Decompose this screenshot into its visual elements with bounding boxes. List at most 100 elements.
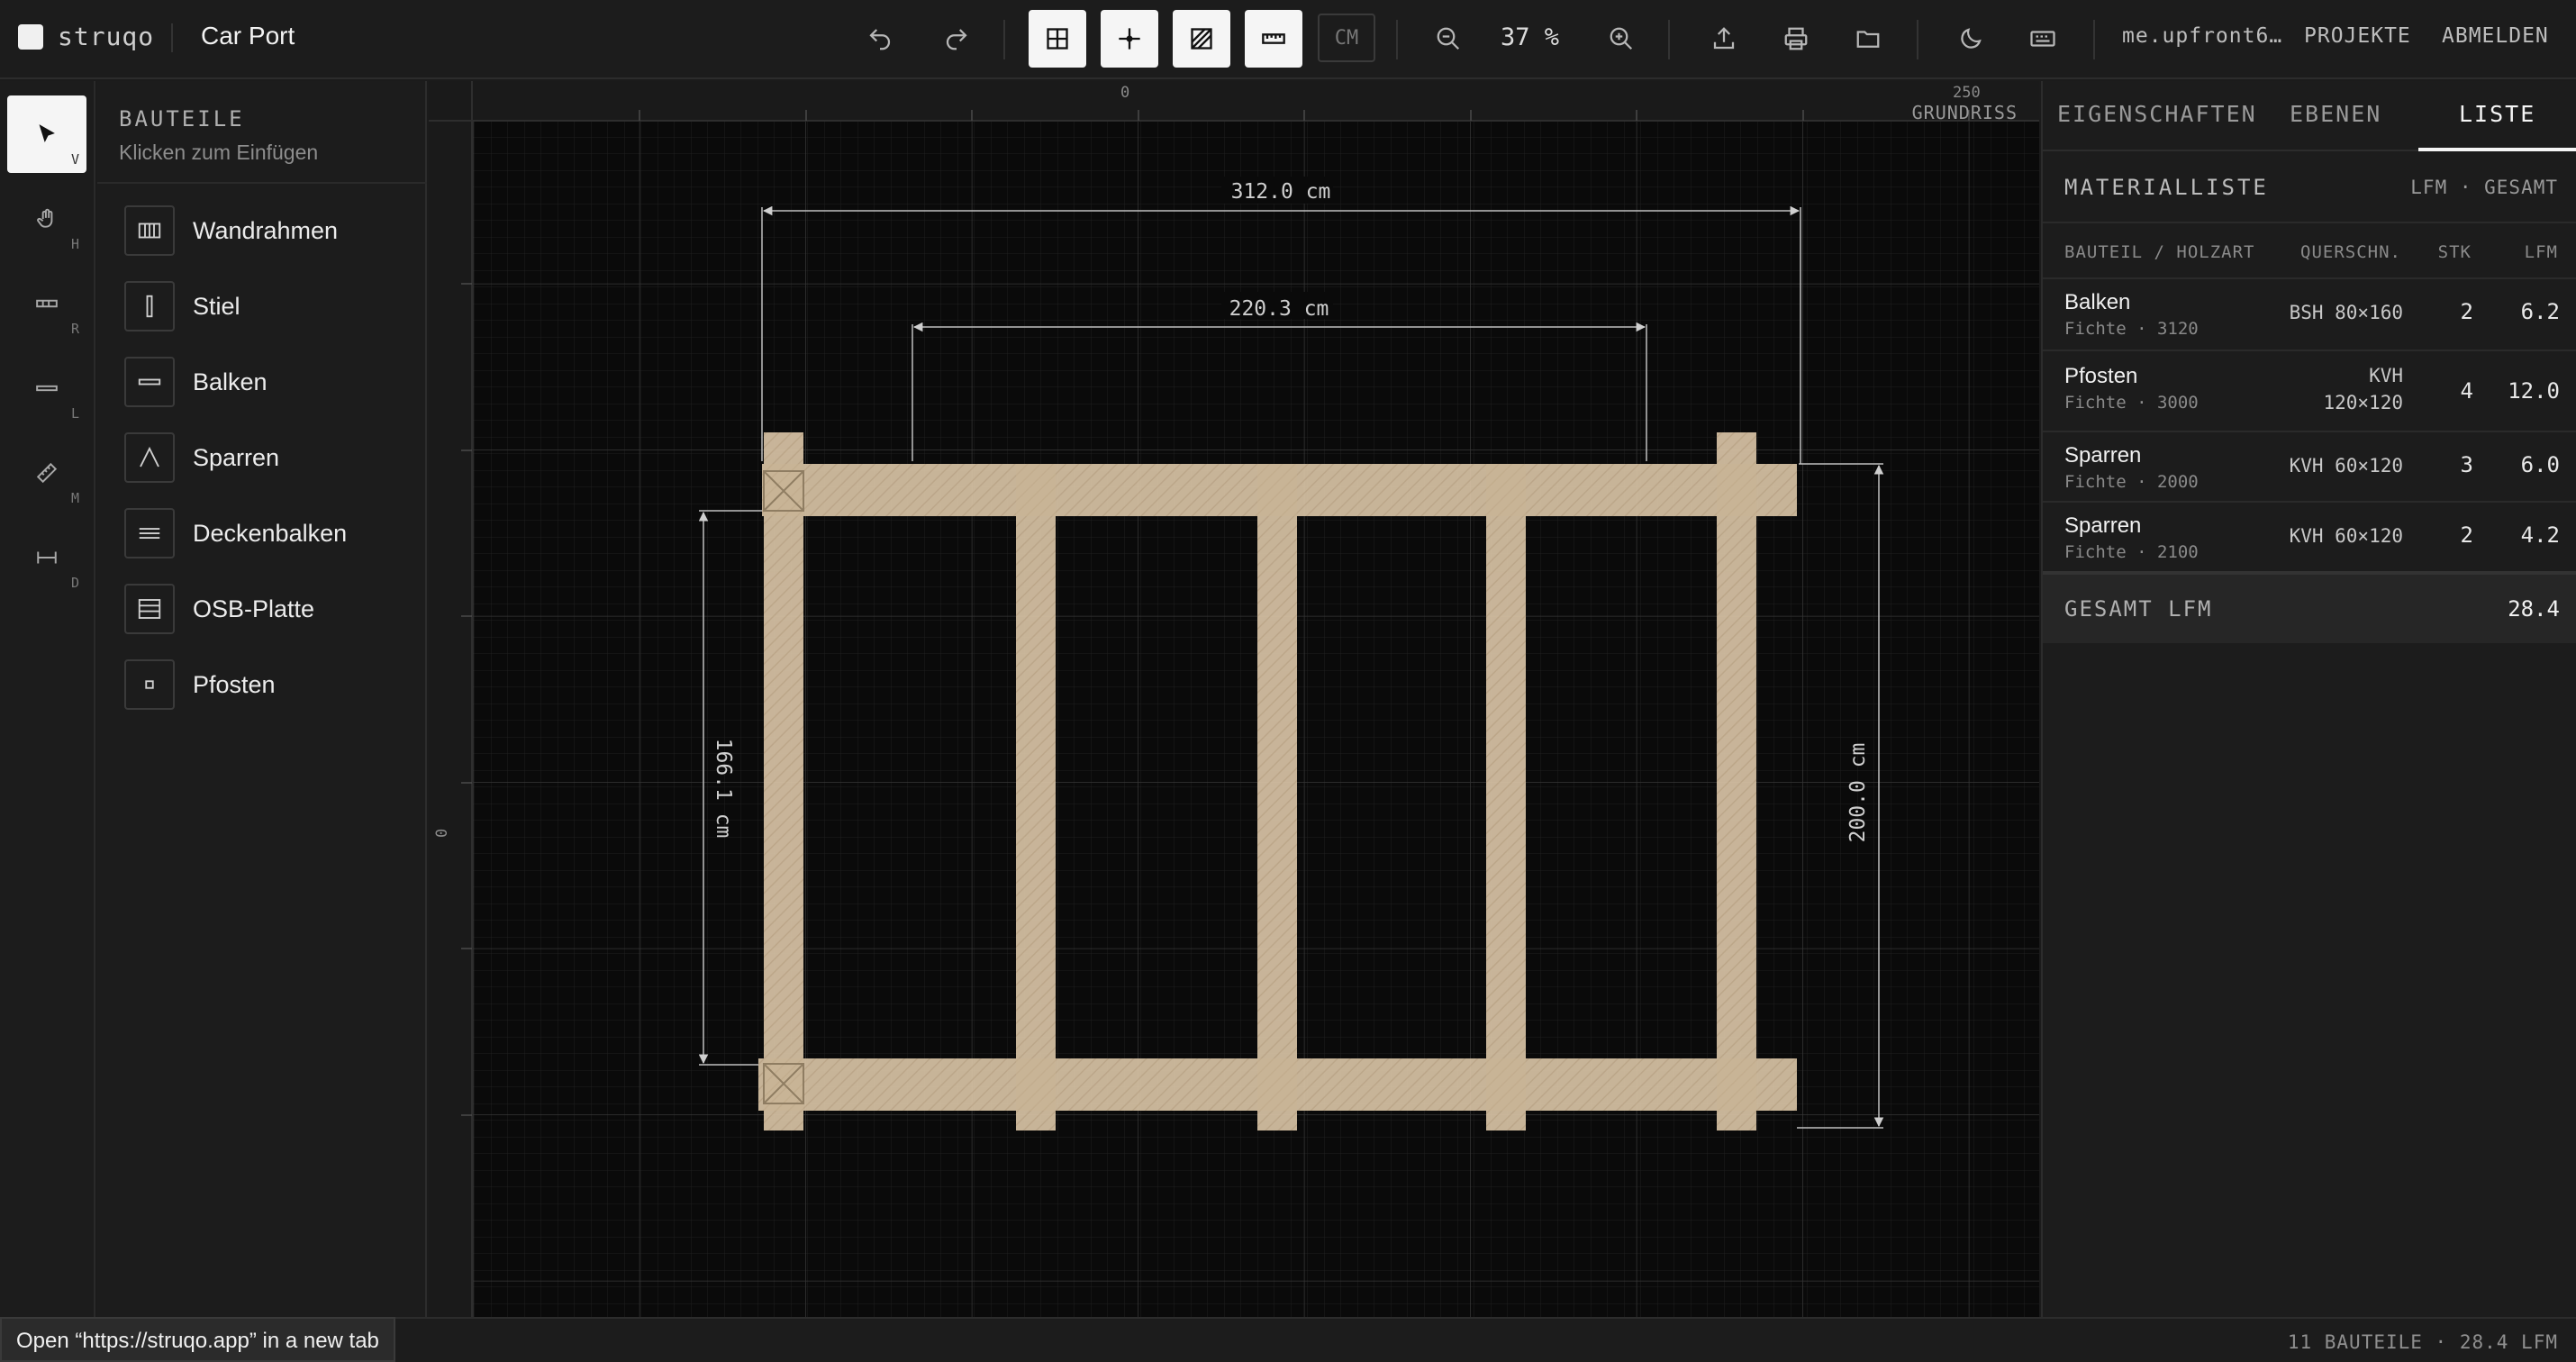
divider [1668, 20, 1670, 59]
row-qty: 3 [2460, 452, 2473, 477]
row-qty: 4 [2460, 378, 2473, 404]
user-account[interactable]: me.upfront6… [2122, 24, 2282, 48]
tool-measure[interactable]: M [7, 434, 86, 512]
tool-rect[interactable]: R [7, 265, 86, 342]
snap-toggle[interactable] [1101, 10, 1158, 68]
table-row[interactable]: Sparren Fichte · 2100 KVH 60×120 2 4.2 [2043, 501, 2576, 571]
part-balken[interactable]: Balken [124, 355, 413, 409]
row-wood: Fichte · 2100 [2064, 542, 2199, 562]
rafter-2[interactable] [1257, 464, 1297, 1130]
divider [2093, 20, 2095, 59]
zoom-value[interactable]: 37 % [1501, 23, 1559, 51]
right-panel: EIGENSCHAFTEN EBENEN LISTE MATERIALLISTE… [2041, 81, 2576, 1317]
grid-toggle[interactable] [1029, 10, 1086, 68]
tool-select[interactable]: V [7, 95, 86, 173]
part-deckenbalken[interactable]: Deckenbalken [124, 506, 413, 560]
undo-button[interactable] [851, 10, 909, 68]
divider [171, 23, 173, 52]
floor-plan-svg[interactable]: 0 250 0 GRUNDRISS 312.0 cm 220.3 cm 166.… [429, 81, 2039, 1317]
row-lfm: 6.0 [2520, 452, 2560, 477]
post-icon [145, 680, 154, 689]
table-row[interactable]: Balken Fichte · 3120 BSH 80×160 2 6.2 [2043, 277, 2576, 350]
print-button[interactable] [1767, 10, 1825, 68]
snap-crosshair-icon [1119, 28, 1140, 50]
shortcuts-button[interactable] [2014, 10, 2072, 68]
hatch-toggle[interactable] [1173, 10, 1230, 68]
drawing-canvas[interactable]: 0 250 0 GRUNDRISS 312.0 cm 220.3 cm 166.… [429, 81, 2039, 1317]
table-row[interactable]: Sparren Fichte · 2000 KVH 60×120 3 6.0 [2043, 431, 2576, 501]
part-label: Balken [193, 368, 268, 395]
dim-left-height[interactable]: 166.1 cm [712, 739, 735, 839]
rafter-1[interactable] [1016, 464, 1056, 1130]
ruler-top-label: 250 [1953, 84, 1981, 102]
brand-logo[interactable] [18, 24, 43, 50]
column-header-cross: QUERSCHN. [2300, 242, 2401, 262]
zoom-out-button[interactable] [1420, 10, 1477, 68]
rafter-icon [140, 446, 159, 468]
top-bar: struqo Car Port CM 37 % me.upfront6… PRO… [0, 0, 2576, 79]
tool-hand[interactable]: H [7, 180, 86, 258]
row-cross: BSH 80×160 [2289, 302, 2403, 323]
open-button[interactable] [1839, 10, 1897, 68]
post-right[interactable] [1717, 432, 1756, 1130]
cursor-icon [39, 124, 55, 143]
divider [1917, 20, 1918, 59]
grid-icon [1047, 28, 1068, 50]
row-cross-size: 120×120 [2323, 392, 2403, 413]
tool-dimension[interactable]: D [7, 519, 86, 596]
dim-inner-width[interactable]: 220.3 cm [1229, 297, 1329, 321]
total-row: GESAMT LFM 28.4 [2043, 571, 2576, 643]
total-label: GESAMT LFM [2064, 596, 2213, 622]
ruler-left [429, 81, 472, 1317]
total-value: 28.4 [2508, 596, 2560, 622]
tab-liste[interactable]: LISTE [2459, 101, 2535, 127]
unit-button[interactable]: CM [1318, 14, 1375, 62]
row-cross: KVH 60×120 [2289, 525, 2403, 547]
wall-frame-icon [138, 222, 161, 239]
ceiling-beam-icon [139, 528, 160, 539]
part-wandrahmen[interactable]: Wandrahmen [124, 204, 413, 258]
parts-subtitle: Klicken zum Einfügen [119, 141, 319, 164]
keyboard-icon [2030, 31, 2055, 47]
tool-line[interactable]: L [7, 350, 86, 427]
row-wood: Fichte · 2000 [2064, 472, 2199, 492]
row-cross: KVH 60×120 [2289, 455, 2403, 477]
ruler-top-label: 0 [1120, 84, 1129, 102]
parts-title: BAUTEILE [119, 106, 245, 132]
brand-name[interactable]: struqo [58, 22, 154, 51]
row-wood: Fichte · 3000 [2064, 393, 2199, 413]
material-list-title: MATERIALLISTE [2064, 175, 2269, 200]
projects-link[interactable]: PROJEKTE [2304, 24, 2411, 48]
post-left[interactable] [764, 432, 803, 1130]
column-header-lfm: LFM [2524, 242, 2558, 262]
part-pfosten[interactable]: Pfosten [124, 658, 413, 712]
rafter-3[interactable] [1486, 464, 1526, 1130]
unit-mode[interactable]: LFM · GESAMT [2410, 177, 2558, 198]
row-cross: KVH 120×120 [2323, 362, 2403, 416]
part-stiel[interactable]: Stiel [124, 279, 413, 333]
project-title[interactable]: Car Port [201, 22, 295, 50]
column-header-qty: STK [2437, 242, 2472, 262]
shortcut-key: V [70, 151, 79, 168]
row-lfm: 12.0 [2508, 378, 2560, 404]
row-wood: Fichte · 3120 [2064, 319, 2199, 339]
column-header-part: BAUTEIL / HOLZART [2064, 242, 2255, 262]
part-sparren[interactable]: Sparren [124, 431, 413, 485]
view-label: GRUNDRISS [1912, 102, 2018, 123]
theme-toggle[interactable] [1942, 10, 2000, 68]
row-lfm: 4.2 [2520, 522, 2560, 548]
tab-eigenschaften[interactable]: EIGENSCHAFTEN [2057, 101, 2257, 127]
redo-button[interactable] [928, 10, 985, 68]
table-row[interactable]: Pfosten Fichte · 3000 KVH 120×120 4 12.0 [2043, 350, 2576, 431]
dim-outer-width[interactable]: 312.0 cm [1231, 180, 1331, 204]
part-osb-platte[interactable]: OSB-Platte [124, 582, 413, 636]
dim-right-height[interactable]: 200.0 cm [1846, 743, 1870, 843]
zoom-in-button[interactable] [1592, 10, 1650, 68]
row-part: Balken [2064, 290, 2131, 314]
logout-link[interactable]: ABMELDEN [2442, 24, 2549, 48]
status-summary: 11 BAUTEILE · 28.4 LFM [2287, 1331, 2558, 1353]
export-button[interactable] [1695, 10, 1753, 68]
tab-ebenen[interactable]: EBENEN [2290, 101, 2381, 127]
part-label: OSB-Platte [193, 595, 315, 622]
ruler-toggle[interactable] [1245, 10, 1302, 68]
